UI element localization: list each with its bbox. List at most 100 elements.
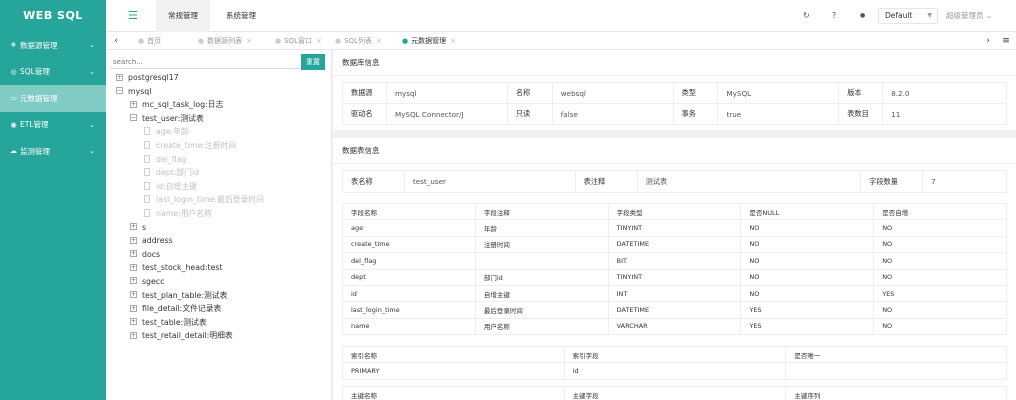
tree-node-label: id:自增主键 [156,181,197,191]
expand-icon[interactable]: + [130,318,137,326]
sidebar-item-label: 数据源管理 [20,40,58,50]
table-cell: TINYINT [607,268,742,286]
expand-icon[interactable]: + [130,100,137,108]
collapse-icon[interactable]: − [130,114,137,122]
page-tab[interactable]: ● SQL窗口 × [275,32,322,50]
tree-node-label: name:用户名称 [156,208,212,218]
tree-node[interactable]: + test_table:测试表 [106,316,332,330]
tree-node[interactable]: − mysql [106,85,332,99]
user-menu[interactable]: 超级管理员 ⌄ [946,0,992,32]
tree-node[interactable]: + docs [106,248,332,262]
tabs-menu-icon[interactable]: ≡ [996,32,1016,50]
sql-icon: ◎ [10,67,17,76]
table-info-title: 数据表信息 [333,138,1016,164]
table-row: age 年龄 TINYINT NO NO [342,219,1007,237]
tree-search-input[interactable] [110,55,300,69]
tabs-scroll-right-icon[interactable]: › [978,32,998,50]
page-tab[interactable]: ● 数据源列表 × [198,32,252,50]
field-value: 11 [882,103,1007,125]
tabs-scroll-left-icon[interactable]: ‹ [106,32,126,50]
field-value: true [717,103,840,125]
sidebar-item-label: 元数据管理 [20,93,58,103]
close-icon[interactable]: × [376,37,382,45]
tree-node[interactable]: age:年龄 [106,125,332,139]
table-cell: YES [740,301,875,319]
tree-list: + postgresql17− mysql + mc_sql_task_log:日志 − t… [106,71,332,343]
table-row: 数据源 mysql 名称 websql 类型 MySQL 版本 8.2.0 [342,82,1007,104]
tree-node[interactable]: id:自增主键 [106,180,332,194]
menu-toggle-icon[interactable]: ☰ [128,9,138,22]
close-icon[interactable]: × [450,37,456,45]
expand-icon[interactable]: + [130,304,137,312]
tree-node[interactable]: name:用户名称 [106,207,332,221]
expand-icon[interactable]: + [130,277,137,285]
header-tab-system[interactable]: 系统管理 [216,0,266,32]
table-cell: DATETIME [607,301,742,319]
tree-node[interactable]: + mc_sql_task_log:日志 [106,98,332,112]
tree-node[interactable]: + sgecc [106,275,332,289]
tree-node[interactable]: + test_stock_head:test [106,261,332,275]
tree-node[interactable]: del_flag [106,153,332,167]
chevron-down-icon: ⌄ [89,67,95,76]
expand-icon[interactable]: + [130,263,137,271]
expand-icon[interactable]: + [130,291,137,298]
page-tab-label: 数据源列表 [207,37,243,45]
expand-icon[interactable]: + [116,73,123,81]
expand-icon[interactable]: + [130,223,137,231]
table-cell: del_flag [342,252,476,270]
refresh-icon[interactable]: ↻ [803,0,810,32]
tree-node-label: mc_sql_task_log:日志 [142,100,224,110]
tree-node[interactable]: + address [106,234,332,248]
page-tab[interactable]: ● 元数据管理 × [402,32,456,50]
sidebar-item-monitor[interactable]: ☁ 监测管理 ⌄ [0,138,106,165]
expand-icon[interactable]: + [130,236,137,244]
tree-node[interactable]: last_login_time:最后登录时间 [106,193,332,207]
field-label: 事务 [672,103,719,125]
tree-node-label: test_plan_table:测试表 [142,290,228,300]
close-icon[interactable]: × [316,37,322,45]
tree-node[interactable]: + s [106,221,332,235]
column-header: 字段类型 [607,202,742,221]
tree-node[interactable]: + test_plan_table:测试表 [106,289,332,303]
datasource-select[interactable]: Default ▼ [878,8,938,24]
tree-node[interactable]: create_time:注册时间 [106,139,332,153]
tree-node[interactable]: + test_retail_detail:明细表 [106,329,332,343]
table-cell: 最后登录时间 [474,301,609,319]
metadata-tree-panel: 重置 +postgresql17−mysql+mc_sql_task_log:日… [106,50,332,400]
document-icon [144,140,150,149]
sidebar-item-etl[interactable]: ◉ ETL管理 ⌄ [0,112,106,139]
tree-node[interactable]: + postgresql17 [106,71,332,85]
page-tab[interactable]: ● SQL列表 × [335,32,382,50]
sidebar-item-metadata[interactable]: ▭ 元数据管理 [0,85,106,112]
table-row: name 用户名称 VARCHAR YES NO [342,317,1007,336]
theme-icon[interactable]: ● [860,0,865,32]
tab-dot-icon: ● [275,37,282,45]
help-icon[interactable]: ? [832,0,836,32]
tree-node[interactable]: dept:部门id [106,166,332,180]
expand-icon[interactable]: + [130,331,137,339]
sidebar-item-datasource[interactable]: ❄ 数据源管理 ⌄ [0,32,106,59]
tree-node[interactable]: + file_detail:文件记录表 [106,302,332,316]
table-cell: 自增主键 [474,284,609,303]
table-cell [785,362,1007,380]
table-cell: NO [873,219,1007,237]
table-cell: 年龄 [474,219,609,237]
header-tab-regular[interactable]: 常规管理 [156,0,210,32]
table-cell: NO [740,268,875,286]
tree-node[interactable]: − test_user:测试表 [106,112,332,126]
tree-node-label: s [142,222,147,232]
chevron-down-icon: ⌄ [89,120,95,129]
document-icon [144,168,150,177]
reset-button[interactable]: 重置 [301,54,325,70]
close-icon[interactable]: × [246,37,252,45]
column-header: 是否NULL [740,202,875,221]
table-cell: YES [873,284,1007,303]
sidebar-item-sql[interactable]: ◎ SQL管理 ⌄ [0,59,106,86]
column-header: 是否自增 [873,202,1007,221]
expand-icon[interactable]: + [130,250,137,258]
table-info-panel: 数据表信息 表名称 test_user 表注释 测试表 字段数量 7 字段名称 字段注释 字段… [333,138,1016,400]
table-cell: NO [740,284,875,303]
collapse-icon[interactable]: − [116,87,123,95]
page-tab[interactable]: ● 首页 [138,32,165,50]
field-value: false [551,103,674,125]
